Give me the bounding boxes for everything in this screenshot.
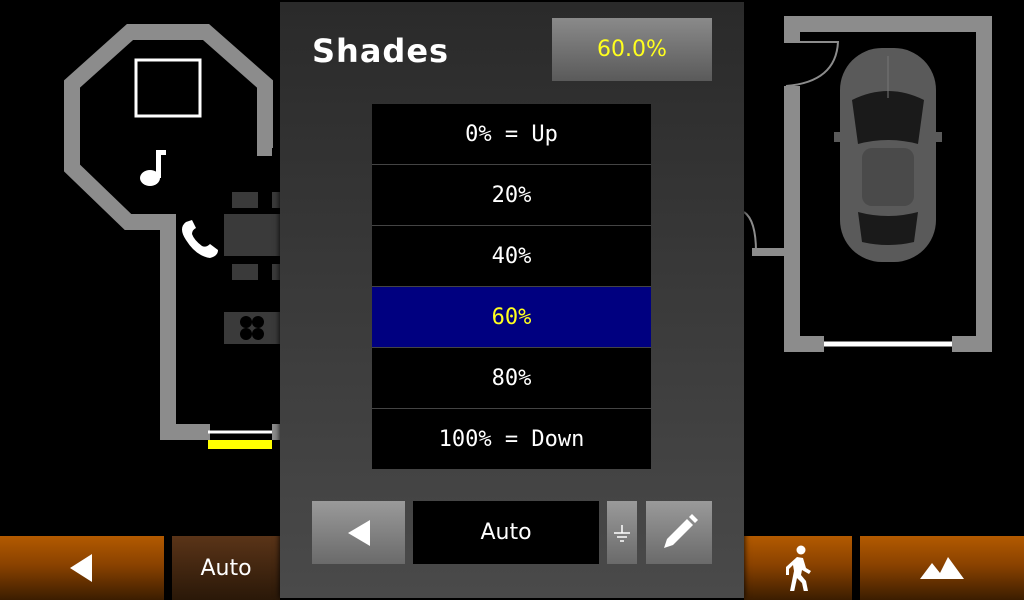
list-item-20[interactable]: 20%	[372, 165, 651, 226]
bottom-auto-label: Auto	[200, 555, 252, 581]
music-note-icon[interactable]	[140, 150, 166, 186]
furniture-block	[232, 192, 258, 208]
door-highlight[interactable]	[208, 440, 272, 449]
list-item-100[interactable]: 100% = Down	[372, 409, 651, 469]
bottom-auto-button[interactable]: Auto	[172, 536, 280, 600]
ground-icon	[614, 524, 630, 542]
bottom-back-button[interactable]	[0, 536, 164, 600]
door-arc	[743, 211, 757, 253]
phone-icon[interactable]	[182, 220, 218, 258]
wall-stub	[272, 424, 280, 440]
list-item-0[interactable]: 0% = Up	[372, 104, 651, 165]
mode-display[interactable]: Auto	[413, 501, 599, 564]
back-arrow-icon	[347, 519, 370, 546]
fan-unit	[224, 312, 284, 344]
furniture-table	[224, 214, 284, 256]
list-item-60[interactable]: 60%	[372, 287, 651, 348]
car-icon[interactable]	[834, 48, 942, 262]
shades-popup: Shades 60.0% 0% = Up 20% 40% 60% 80% 100…	[280, 2, 744, 598]
mountain-icon	[920, 557, 964, 579]
list-item-80[interactable]: 80%	[372, 348, 651, 409]
garage-door-arc	[784, 41, 840, 87]
mode-label: Auto	[480, 520, 532, 545]
ground-button[interactable]	[607, 501, 637, 564]
pencil-icon	[664, 513, 698, 548]
edit-button[interactable]	[646, 501, 712, 564]
current-value-display[interactable]: 60.0%	[552, 18, 712, 81]
list-item-40[interactable]: 40%	[372, 226, 651, 287]
furniture-block	[232, 264, 258, 280]
popup-back-button[interactable]	[312, 501, 405, 564]
bottom-scene-button[interactable]	[860, 536, 1024, 600]
walking-person-icon	[786, 545, 811, 591]
room-square-marker[interactable]	[134, 58, 202, 118]
popup-title: Shades	[312, 32, 450, 70]
garage-wall-left	[784, 86, 824, 352]
back-arrow-icon	[70, 554, 92, 582]
shade-level-list: 0% = Up 20% 40% 60% 80% 100% = Down	[372, 104, 651, 469]
bottom-walk-button[interactable]	[744, 536, 852, 600]
